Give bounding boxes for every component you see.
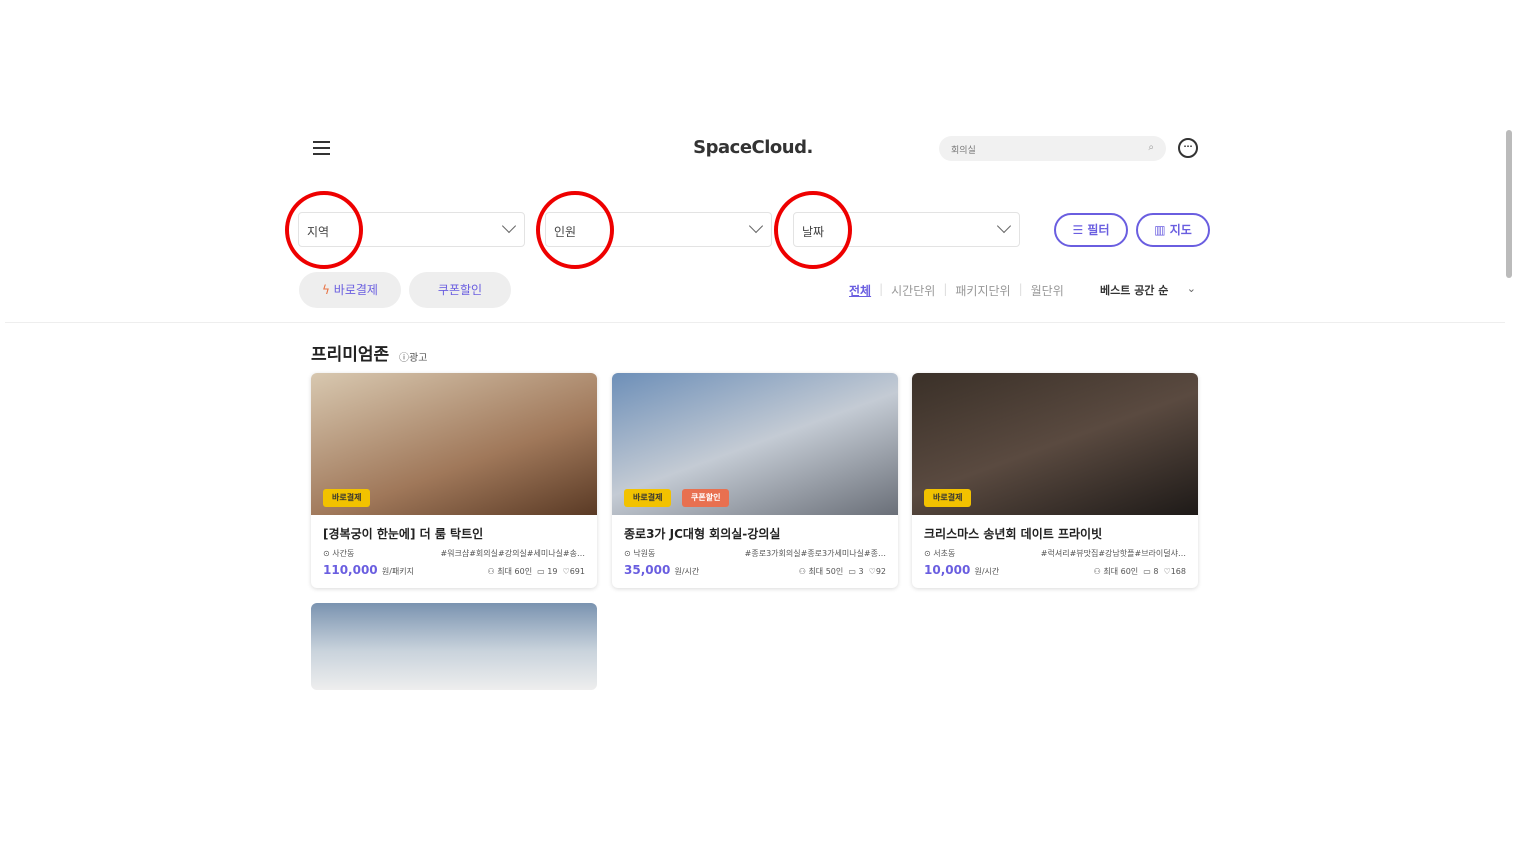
location-icon: ⊙ bbox=[323, 549, 333, 558]
ad-label[interactable]: ⓘ광고 bbox=[399, 349, 427, 364]
space-card[interactable]: 바로결제 크리스마스 송년회 데이트 프라이빗 ⊙ 서초동 #럭셔리#뷰맛집#강남… bbox=[912, 373, 1198, 588]
space-card[interactable]: 바로결제 [경복궁이 한눈에] 더 룸 탁트인 ⊙ 사간동 #워크샵#회의실#강의… bbox=[311, 373, 597, 588]
date-select[interactable]: 날짜 bbox=[793, 212, 1020, 247]
lightning-icon: ϟ bbox=[322, 283, 330, 297]
location-icon: ⊙ bbox=[624, 549, 634, 558]
chevron-down-icon bbox=[996, 218, 1012, 234]
coupon-chip[interactable]: 쿠폰할인 bbox=[409, 272, 511, 308]
price: 10,000 bbox=[924, 563, 971, 577]
capacity: 최대 60인 bbox=[497, 567, 533, 576]
heart-icon: ♡ bbox=[1163, 567, 1171, 576]
comment-icon: ▭ bbox=[1143, 567, 1151, 576]
tags: #럭셔리#뷰맛집#강남핫플#브라이덜샤… bbox=[1040, 549, 1186, 558]
region-select[interactable]: 지역 bbox=[298, 212, 525, 247]
space-card[interactable]: 바로결제 쿠폰할인 종로3가 JC대형 회의실-강의실 ⊙ 낙원동 #종로3가회의실… bbox=[612, 373, 898, 588]
comment-icon: ▭ bbox=[848, 567, 856, 576]
space-photo: 바로결제 쿠폰할인 bbox=[612, 373, 898, 515]
sort-label: 베스트 공간 순 bbox=[1100, 284, 1169, 297]
people-icon: ⚇ bbox=[487, 567, 495, 576]
card-title: 종로3가 JC대형 회의실-강의실 bbox=[624, 527, 781, 541]
chevron-down-icon bbox=[501, 218, 517, 234]
card-title: 크리스마스 송년회 데이트 프라이빗 bbox=[924, 527, 1103, 541]
price-unit: 원/시간 bbox=[974, 567, 1000, 576]
tags: #워크샵#회의실#강의실#세미나실#송… bbox=[440, 549, 585, 558]
people-icon: ⚇ bbox=[1093, 567, 1101, 576]
instant-pay-chip[interactable]: ϟ 바로결제 bbox=[299, 272, 401, 308]
tab-monthly[interactable]: 월단위 bbox=[1031, 282, 1064, 299]
people-icon: ⚇ bbox=[798, 567, 806, 576]
tab-all[interactable]: 전체 bbox=[849, 282, 871, 299]
scrollbar[interactable] bbox=[1506, 130, 1512, 278]
location: 낙원동 bbox=[633, 549, 656, 558]
badge: 바로결제 bbox=[323, 489, 371, 507]
unit-tabs: 전체 | 시간단위 | 패키지단위 | 월단위 bbox=[849, 282, 1064, 299]
search-value: 회의실 bbox=[951, 146, 976, 156]
people-label: 인원 bbox=[554, 225, 577, 239]
badge: 바로결제 bbox=[624, 489, 672, 507]
badge: 바로결제 bbox=[924, 489, 972, 507]
sort-select[interactable]: 베스트 공간 순 ⌄ bbox=[1100, 282, 1200, 298]
space-photo bbox=[311, 603, 597, 690]
people-select[interactable]: 인원 bbox=[545, 212, 772, 247]
tab-package[interactable]: 패키지단위 bbox=[955, 282, 1010, 299]
space-photo: 바로결제 bbox=[912, 373, 1198, 515]
heart-icon: ♡ bbox=[562, 567, 570, 576]
like-count: 691 bbox=[569, 567, 585, 576]
date-label: 날짜 bbox=[802, 225, 825, 239]
menu-button[interactable] bbox=[313, 141, 330, 155]
price-unit: 원/시간 bbox=[674, 567, 700, 576]
map-icon: ▥ bbox=[1154, 223, 1170, 237]
space-card-partial[interactable] bbox=[311, 603, 597, 690]
capacity: 최대 60인 bbox=[1103, 567, 1139, 576]
section-title: 프리미엄존 bbox=[311, 345, 390, 365]
chevron-down-icon: ⌄ bbox=[1186, 282, 1196, 295]
tab-hourly[interactable]: 시간단위 bbox=[891, 282, 935, 299]
divider bbox=[5, 322, 1505, 323]
like-count: 168 bbox=[1170, 567, 1186, 576]
logo[interactable]: SpaceCloud. bbox=[640, 137, 866, 158]
price: 110,000 bbox=[323, 563, 378, 577]
map-button[interactable]: ▥ 지도 bbox=[1136, 213, 1210, 247]
info-icon: ⓘ bbox=[399, 353, 409, 364]
filter-button[interactable]: ☰ 필터 bbox=[1054, 213, 1128, 247]
capacity: 최대 50인 bbox=[808, 567, 844, 576]
location: 서초동 bbox=[933, 549, 956, 558]
map-label: 지도 bbox=[1169, 223, 1192, 237]
heart-icon: ♡ bbox=[868, 567, 876, 576]
sliders-icon: ☰ bbox=[1072, 223, 1088, 237]
filter-label: 필터 bbox=[1087, 223, 1110, 237]
badge: 쿠폰할인 bbox=[682, 489, 730, 507]
location: 사간동 bbox=[332, 549, 355, 558]
like-count: 92 bbox=[875, 567, 886, 576]
region-label: 지역 bbox=[307, 225, 330, 239]
location-icon: ⊙ bbox=[924, 549, 934, 558]
price-unit: 원/패키지 bbox=[381, 567, 414, 576]
chevron-down-icon bbox=[748, 218, 764, 234]
review-count: 19 bbox=[547, 567, 558, 576]
chat-icon[interactable]: ··· bbox=[1178, 138, 1198, 158]
review-count: 3 bbox=[858, 567, 864, 576]
review-count: 8 bbox=[1153, 567, 1159, 576]
comment-icon: ▭ bbox=[537, 567, 545, 576]
tags: #종로3가회의실#종로3가세미나실#종… bbox=[744, 549, 886, 558]
search-input[interactable]: 회의실 ⌕ bbox=[939, 136, 1166, 161]
instant-label: 바로결제 bbox=[333, 283, 378, 297]
price: 35,000 bbox=[624, 563, 671, 577]
space-photo: 바로결제 bbox=[311, 373, 597, 515]
search-icon[interactable]: ⌕ bbox=[1148, 142, 1154, 153]
card-title: [경복궁이 한눈에] 더 룸 탁트인 bbox=[323, 527, 484, 541]
